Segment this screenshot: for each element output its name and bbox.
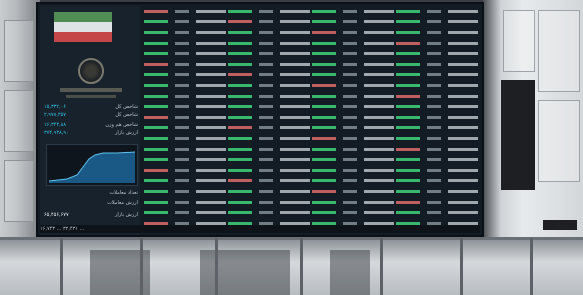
quote-row bbox=[144, 123, 226, 134]
quote-row bbox=[228, 17, 310, 28]
quote-row bbox=[228, 70, 310, 81]
quote-row bbox=[396, 207, 478, 218]
quote-row bbox=[144, 17, 226, 28]
quote-row bbox=[312, 101, 394, 112]
index-intraday-chart bbox=[46, 144, 138, 186]
stats-row: ارزش معاملات bbox=[107, 199, 138, 206]
quote-row bbox=[312, 207, 394, 218]
quote-row bbox=[396, 165, 478, 176]
quote-row bbox=[228, 165, 310, 176]
glass-facade bbox=[0, 240, 583, 295]
quote-row bbox=[144, 133, 226, 144]
quote-row bbox=[312, 197, 394, 208]
quote-row bbox=[396, 38, 478, 49]
stock-quote-board: ۱۵,۳۳۲,۰۶ شاخص کل ۲,۹۷۸,۳۵۷ شاخص کل ۱۶,۳… bbox=[36, 2, 484, 237]
quote-row bbox=[144, 165, 226, 176]
quote-row bbox=[312, 59, 394, 70]
quote-row bbox=[312, 48, 394, 59]
quote-grid bbox=[144, 6, 480, 228]
quote-row bbox=[312, 123, 394, 134]
quote-row bbox=[396, 27, 478, 38]
quote-row bbox=[396, 112, 478, 123]
quote-row bbox=[144, 112, 226, 123]
quote-row bbox=[396, 186, 478, 197]
quote-row bbox=[312, 17, 394, 28]
quote-row bbox=[312, 144, 394, 155]
quote-row bbox=[228, 27, 310, 38]
quote-row bbox=[396, 144, 478, 155]
quote-row bbox=[396, 70, 478, 81]
quote-row bbox=[228, 112, 310, 123]
quote-row bbox=[228, 48, 310, 59]
quote-row bbox=[312, 27, 394, 38]
quote-row bbox=[312, 186, 394, 197]
quote-row bbox=[144, 6, 226, 17]
quote-row bbox=[312, 91, 394, 102]
exchange-logo bbox=[78, 58, 104, 84]
quote-row bbox=[228, 91, 310, 102]
quote-row bbox=[144, 59, 226, 70]
quote-row bbox=[396, 6, 478, 17]
quote-row bbox=[228, 59, 310, 70]
quote-row bbox=[396, 123, 478, 134]
quote-row bbox=[228, 6, 310, 17]
quote-row bbox=[228, 176, 310, 187]
quote-row bbox=[144, 101, 226, 112]
stats-row: تعداد معاملات bbox=[109, 189, 138, 196]
quote-row bbox=[228, 144, 310, 155]
quote-row bbox=[396, 17, 478, 28]
quote-row bbox=[228, 197, 310, 208]
index-summary-panel: ۱۵,۳۳۲,۰۶ شاخص کل ۲,۹۷۸,۳۵۷ شاخص کل ۱۶,۳… bbox=[40, 6, 140, 235]
index-row: ۲,۹۷۸,۳۵۷ شاخص کل bbox=[44, 112, 138, 118]
index-row: ۳۷۴,۹۳۸,۹۰ ارزش بازار bbox=[44, 130, 138, 136]
quote-row bbox=[144, 186, 226, 197]
quote-column bbox=[312, 6, 394, 228]
quote-row bbox=[312, 133, 394, 144]
quote-row bbox=[144, 144, 226, 155]
quote-row bbox=[312, 38, 394, 49]
quote-column bbox=[396, 6, 478, 228]
quote-row bbox=[396, 101, 478, 112]
quote-row bbox=[228, 80, 310, 91]
quote-row bbox=[228, 207, 310, 218]
quote-row bbox=[144, 70, 226, 81]
iran-flag bbox=[54, 12, 112, 42]
quote-row bbox=[228, 133, 310, 144]
quote-row bbox=[312, 80, 394, 91]
board-ticker: ۱۶,۷۴۳ ... ۳۲,۴۳۱ ... bbox=[40, 225, 480, 233]
quote-row bbox=[312, 112, 394, 123]
quote-row bbox=[396, 197, 478, 208]
quote-row bbox=[144, 91, 226, 102]
quote-row bbox=[396, 91, 478, 102]
quote-row bbox=[144, 154, 226, 165]
quote-row bbox=[228, 38, 310, 49]
quote-row bbox=[144, 176, 226, 187]
quote-row bbox=[396, 176, 478, 187]
quote-row bbox=[144, 38, 226, 49]
quote-row bbox=[396, 59, 478, 70]
quote-row bbox=[144, 27, 226, 38]
quote-row bbox=[144, 48, 226, 59]
quote-row bbox=[312, 6, 394, 17]
quote-column bbox=[144, 6, 226, 228]
quote-row bbox=[312, 70, 394, 81]
stock-exchange-hall-photo: ۱۵,۳۳۲,۰۶ شاخص کل ۲,۹۷۸,۳۵۷ شاخص کل ۱۶,۳… bbox=[0, 0, 583, 295]
quote-row bbox=[228, 101, 310, 112]
quote-row bbox=[396, 133, 478, 144]
quote-row bbox=[312, 165, 394, 176]
quote-row bbox=[396, 48, 478, 59]
quote-row bbox=[396, 154, 478, 165]
quote-row bbox=[312, 154, 394, 165]
quote-column bbox=[228, 6, 310, 228]
quote-row bbox=[228, 154, 310, 165]
stats-row: ۶۵,۴۵۶,۶۷۷ ارزش بازار bbox=[44, 211, 138, 218]
quote-row bbox=[144, 197, 226, 208]
quote-row bbox=[144, 207, 226, 218]
quote-row bbox=[144, 80, 226, 91]
quote-row bbox=[228, 186, 310, 197]
quote-row bbox=[228, 123, 310, 134]
quote-row bbox=[312, 176, 394, 187]
quote-row bbox=[396, 80, 478, 91]
